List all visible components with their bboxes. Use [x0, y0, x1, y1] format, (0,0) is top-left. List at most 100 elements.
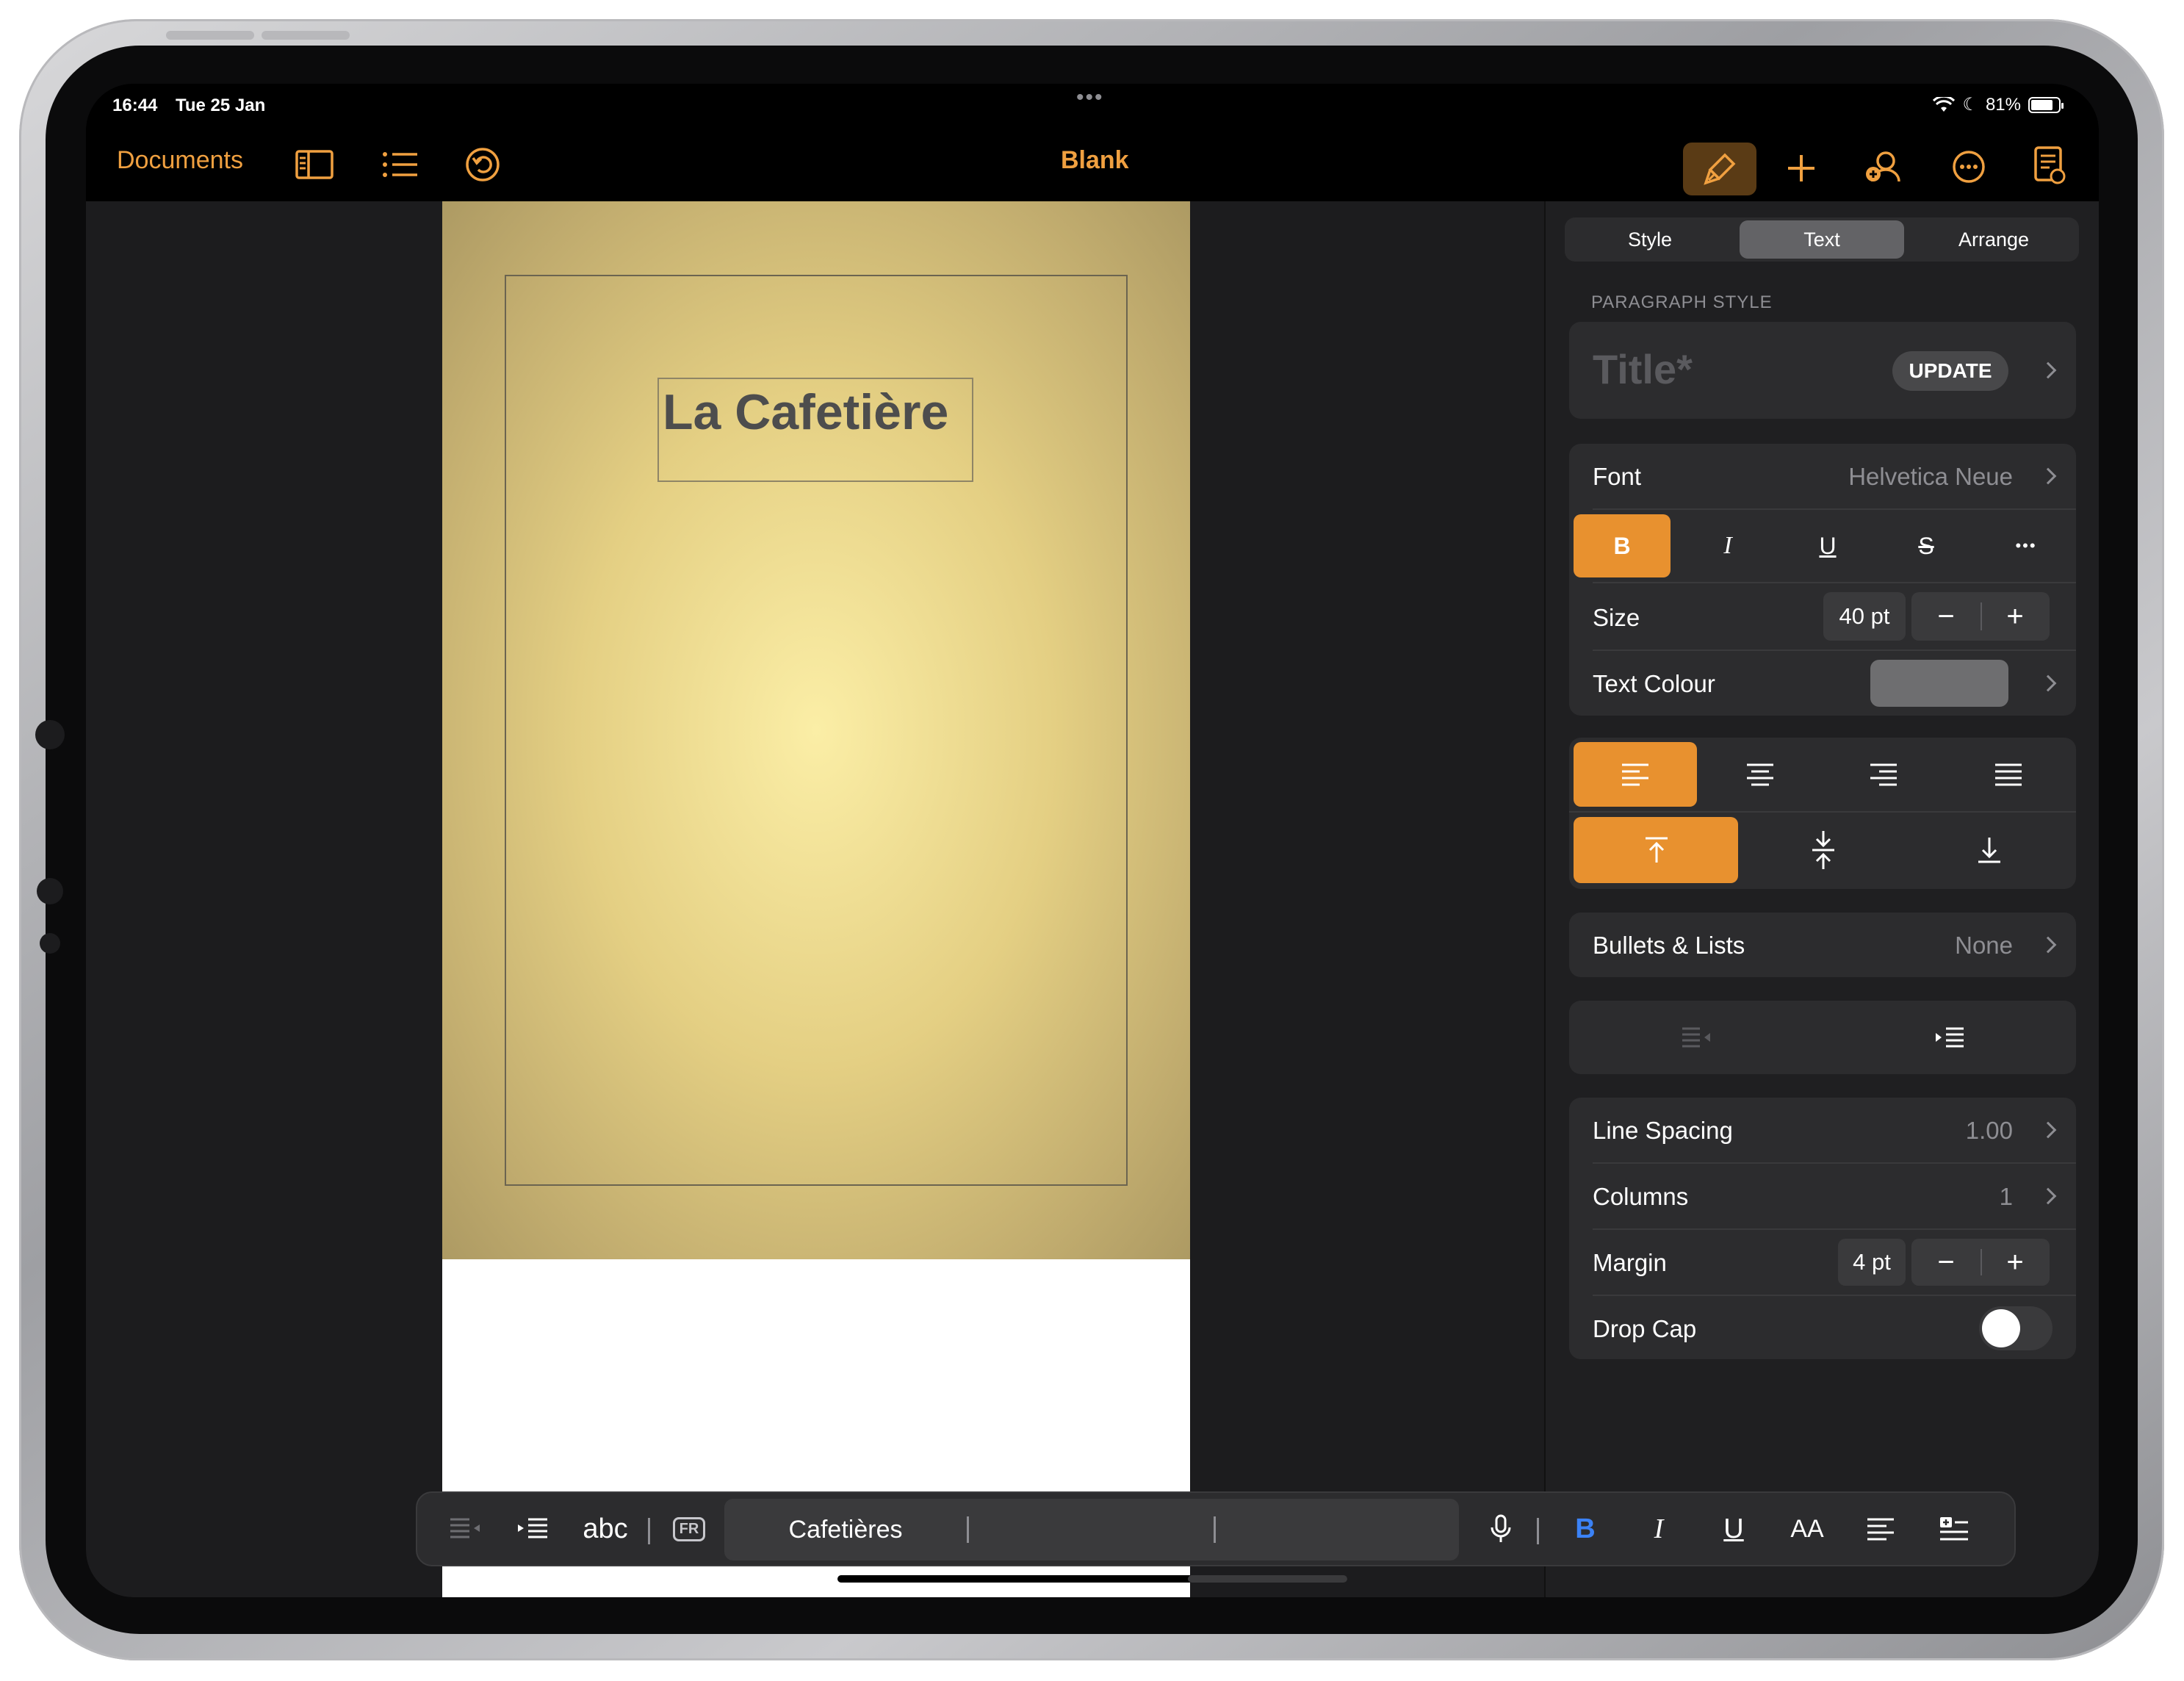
divider [1214, 1516, 1216, 1543]
status-date: Tue 25 Jan [176, 96, 266, 115]
size-value-field[interactable]: 40 pt [1823, 592, 1906, 641]
collaborate-icon[interactable] [1857, 141, 1909, 192]
predictive-text-bar: Cafetières [724, 1499, 1459, 1561]
spellcheck-button[interactable]: abc [569, 1493, 642, 1565]
columns-label: Columns [1593, 1183, 1689, 1210]
italic-button[interactable]: I [1679, 514, 1776, 577]
document-page[interactable]: La Cafetière [442, 201, 1190, 1597]
spacing-group: Line Spacing 1.00 Columns 1 Margin 4 pt … [1569, 1098, 2076, 1359]
text-colour-label: Text Colour [1593, 670, 1715, 697]
margin-value-field[interactable]: 4 pt [1838, 1239, 1906, 1286]
align-middle-button[interactable] [1741, 817, 1906, 883]
language-button[interactable]: FR [660, 1493, 718, 1565]
font-value: Helvetica Neue [1848, 463, 2013, 490]
update-button[interactable]: UPDATE [1892, 351, 2008, 391]
justify-button[interactable] [1947, 742, 2070, 807]
text-colour-row[interactable]: Text Colour [1569, 651, 2076, 716]
size-label: Size [1593, 604, 1640, 631]
format-brush-icon[interactable] [1683, 143, 1756, 195]
keyboard-shortcut-bar: abc FR Cafetières B I U AA [416, 1491, 2016, 1566]
bullets-label: Bullets & Lists [1593, 932, 1745, 959]
chevron-right-icon [2039, 674, 2057, 692]
font-label: Font [1593, 463, 1642, 490]
microphone-icon[interactable] [1475, 1493, 1527, 1565]
home-indicator-track [1188, 1575, 1347, 1583]
text-size-shortcut-button[interactable]: AA [1778, 1493, 1837, 1565]
battery-percent: 81% [1985, 94, 2021, 115]
align-center-button[interactable] [1698, 742, 1822, 807]
underline-button[interactable]: U [1779, 514, 1876, 577]
columns-value: 1 [1999, 1183, 2013, 1210]
divider [1537, 1518, 1539, 1544]
increase-size-button[interactable]: + [1981, 592, 2050, 641]
paragraph-style-row[interactable]: Title* UPDATE [1569, 322, 2076, 419]
columns-row[interactable]: Columns 1 [1569, 1164, 2076, 1228]
sidebar-icon[interactable] [289, 139, 340, 190]
align-shortcut-icon[interactable] [1851, 1493, 1910, 1565]
line-spacing-row[interactable]: Line Spacing 1.00 [1569, 1098, 2076, 1162]
cover-title[interactable]: La Cafetière [663, 384, 948, 441]
underline-shortcut-button[interactable]: U [1704, 1493, 1763, 1565]
bullets-value: None [1955, 932, 2013, 959]
italic-shortcut-button[interactable]: I [1629, 1493, 1688, 1565]
decrease-margin-button[interactable]: − [1911, 1239, 1981, 1286]
increase-margin-button[interactable]: + [1981, 1239, 2050, 1286]
bold-shortcut-button[interactable]: B [1556, 1493, 1615, 1565]
bullets-lists-row[interactable]: Bullets & Lists None [1569, 913, 2076, 977]
chevron-right-icon [2039, 1121, 2057, 1139]
paragraph-style-value: Title* [1593, 346, 1693, 392]
align-bottom-button[interactable] [1907, 817, 2072, 883]
tab-arrange[interactable]: Arrange [1911, 220, 2076, 259]
add-icon[interactable] [1776, 143, 1827, 194]
documents-button[interactable]: Documents [117, 146, 243, 175]
indent-group [1569, 1001, 2076, 1074]
chevron-right-icon [2039, 1187, 2057, 1205]
line-spacing-value: 1.00 [1965, 1117, 2013, 1144]
side-sensor [37, 878, 63, 904]
language-badge: FR [672, 1516, 706, 1541]
divider [1593, 508, 2076, 510]
more-text-options-button[interactable]: ••• [1978, 514, 2075, 577]
increase-indent-button[interactable] [1823, 1001, 2076, 1074]
status-bar: 16:44 Tue 25 Jan ••• ☾ 81% [86, 84, 2099, 128]
multitasking-dots-icon[interactable]: ••• [1076, 85, 1104, 110]
list-icon[interactable] [375, 139, 426, 190]
side-sensor [35, 720, 65, 749]
align-right-button[interactable] [1822, 742, 1945, 807]
document-canvas[interactable]: La Cafetière [86, 201, 1544, 1597]
tab-style[interactable]: Style [1568, 220, 1732, 259]
decrease-indent-button[interactable] [1569, 1001, 1823, 1074]
divider [1569, 811, 2076, 813]
paragraph-style-heading: PARAGRAPH STYLE [1591, 292, 1773, 312]
drop-cap-row: Drop Cap [1569, 1296, 2076, 1359]
screen: 16:44 Tue 25 Jan ••• ☾ 81% Documents Bla… [86, 84, 2099, 1597]
increase-indent-icon[interactable] [507, 1493, 558, 1565]
inspector-tabs: Style Text Arrange [1565, 217, 2079, 262]
suggestion-item[interactable]: Cafetières [724, 1499, 967, 1561]
decrease-size-button[interactable]: − [1911, 592, 1981, 641]
document-setup-icon[interactable] [2024, 140, 2075, 191]
document-title[interactable]: Blank [1061, 146, 1129, 175]
margin-label: Margin [1593, 1249, 1667, 1276]
undo-icon[interactable] [457, 139, 508, 190]
strikethrough-button[interactable]: S [1878, 514, 1975, 577]
align-left-button[interactable] [1574, 742, 1697, 807]
app-toolbar: Documents Blank [86, 128, 2099, 201]
bold-button[interactable]: B [1574, 514, 1671, 577]
tab-text[interactable]: Text [1740, 220, 1904, 259]
more-icon[interactable] [1943, 141, 1994, 192]
insert-comment-icon[interactable] [1925, 1493, 1983, 1565]
margin-row: Margin 4 pt − + [1569, 1230, 2076, 1295]
status-time: 16:44 [112, 96, 158, 115]
decrease-indent-icon[interactable] [439, 1493, 491, 1565]
format-inspector: Style Text Arrange PARAGRAPH STYLE Title… [1544, 201, 2099, 1597]
chevron-right-icon [2039, 467, 2057, 485]
drop-cap-toggle[interactable] [1979, 1306, 2053, 1350]
alignment-group [1569, 738, 2076, 889]
align-top-button[interactable] [1574, 817, 1738, 883]
text-colour-swatch[interactable] [1870, 660, 2008, 707]
battery-icon [2028, 96, 2064, 113]
font-row[interactable]: Font Helvetica Neue [1569, 444, 2076, 508]
line-spacing-label: Line Spacing [1593, 1117, 1733, 1144]
size-row: Size 40 pt − + [1569, 583, 2076, 649]
